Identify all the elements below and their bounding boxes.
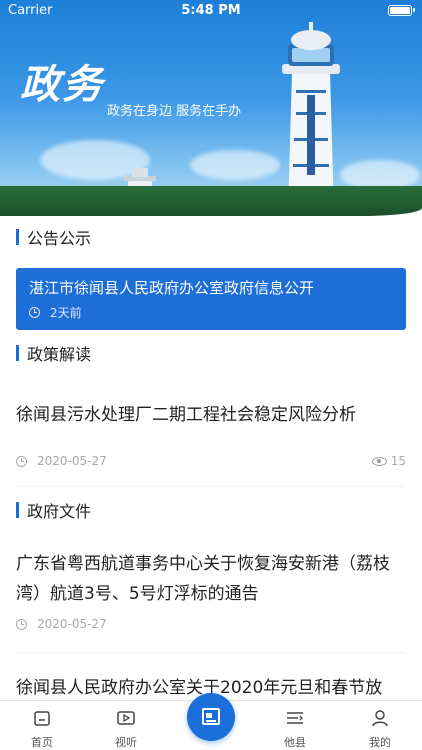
hero-banner: Carrier 5:48 PM 政务 政务在身边 服务在手办: [0, 0, 422, 216]
clock-icon: [16, 455, 27, 467]
article-views: 15: [371, 454, 406, 468]
tab-home[interactable]: 首页: [0, 701, 84, 750]
news-icon: [202, 708, 220, 725]
tab-news-center-button[interactable]: [187, 693, 235, 741]
tab-other-county[interactable]: 他县: [253, 701, 337, 750]
article-date: 2020-05-27: [37, 617, 107, 631]
section-title: 公告公示: [27, 229, 92, 248]
notice-title: 湛江市徐闻县人民政府办公室政府信息公开: [29, 279, 315, 297]
divider: [16, 486, 406, 487]
article-date: 2020-05-27: [37, 454, 107, 468]
section-accent-bar: [16, 502, 19, 518]
tab-label: 视听: [115, 736, 137, 749]
notice-time: 2天前: [50, 306, 82, 320]
video-icon: [117, 711, 135, 725]
divider: [16, 652, 406, 653]
notice-meta: 2天前: [29, 304, 82, 321]
tab-label: 他县: [284, 736, 306, 749]
section-policy: 政策解读: [16, 342, 91, 364]
clock-icon: [16, 618, 27, 630]
view-count: 15: [390, 454, 406, 468]
home-icon: [34, 711, 50, 726]
status-bar: Carrier 5:48 PM: [0, 0, 422, 22]
clock-icon: [29, 307, 40, 318]
section-title: 政策解读: [27, 345, 92, 364]
treeline: [0, 186, 422, 216]
list-icon: [287, 712, 303, 724]
article-meta: 2020-05-27: [16, 454, 107, 468]
article-meta: 2020-05-27: [16, 617, 107, 631]
section-notice: 公告公示: [16, 226, 91, 248]
section-accent-bar: [16, 345, 19, 361]
article-title: 广东省粤西航道事务中心关于恢复海安新港（荔枝湾）航道3号、5号灯浮标的通告: [16, 554, 390, 604]
user-icon: [372, 710, 388, 727]
section-documents: 政府文件: [16, 499, 91, 521]
status-time: 5:48 PM: [181, 3, 241, 18]
tab-label: 首页: [31, 736, 53, 749]
tab-mine[interactable]: 我的: [338, 701, 422, 750]
tab-video[interactable]: 视听: [84, 701, 168, 750]
hero-title: 政务: [20, 61, 104, 108]
battery-icon: [388, 5, 415, 16]
tab-label: 我的: [369, 736, 391, 749]
notice-card[interactable]: 湛江市徐闻县人民政府办公室政府信息公开 2天前: [16, 268, 406, 330]
hero-subtitle: 政务在身边 服务在手办: [107, 104, 242, 119]
section-title: 政府文件: [27, 502, 92, 521]
section-accent-bar: [16, 229, 19, 245]
article-title: 徐闻县污水处理厂二期工程社会稳定风险分析: [16, 405, 356, 425]
eye-icon: [371, 456, 387, 466]
